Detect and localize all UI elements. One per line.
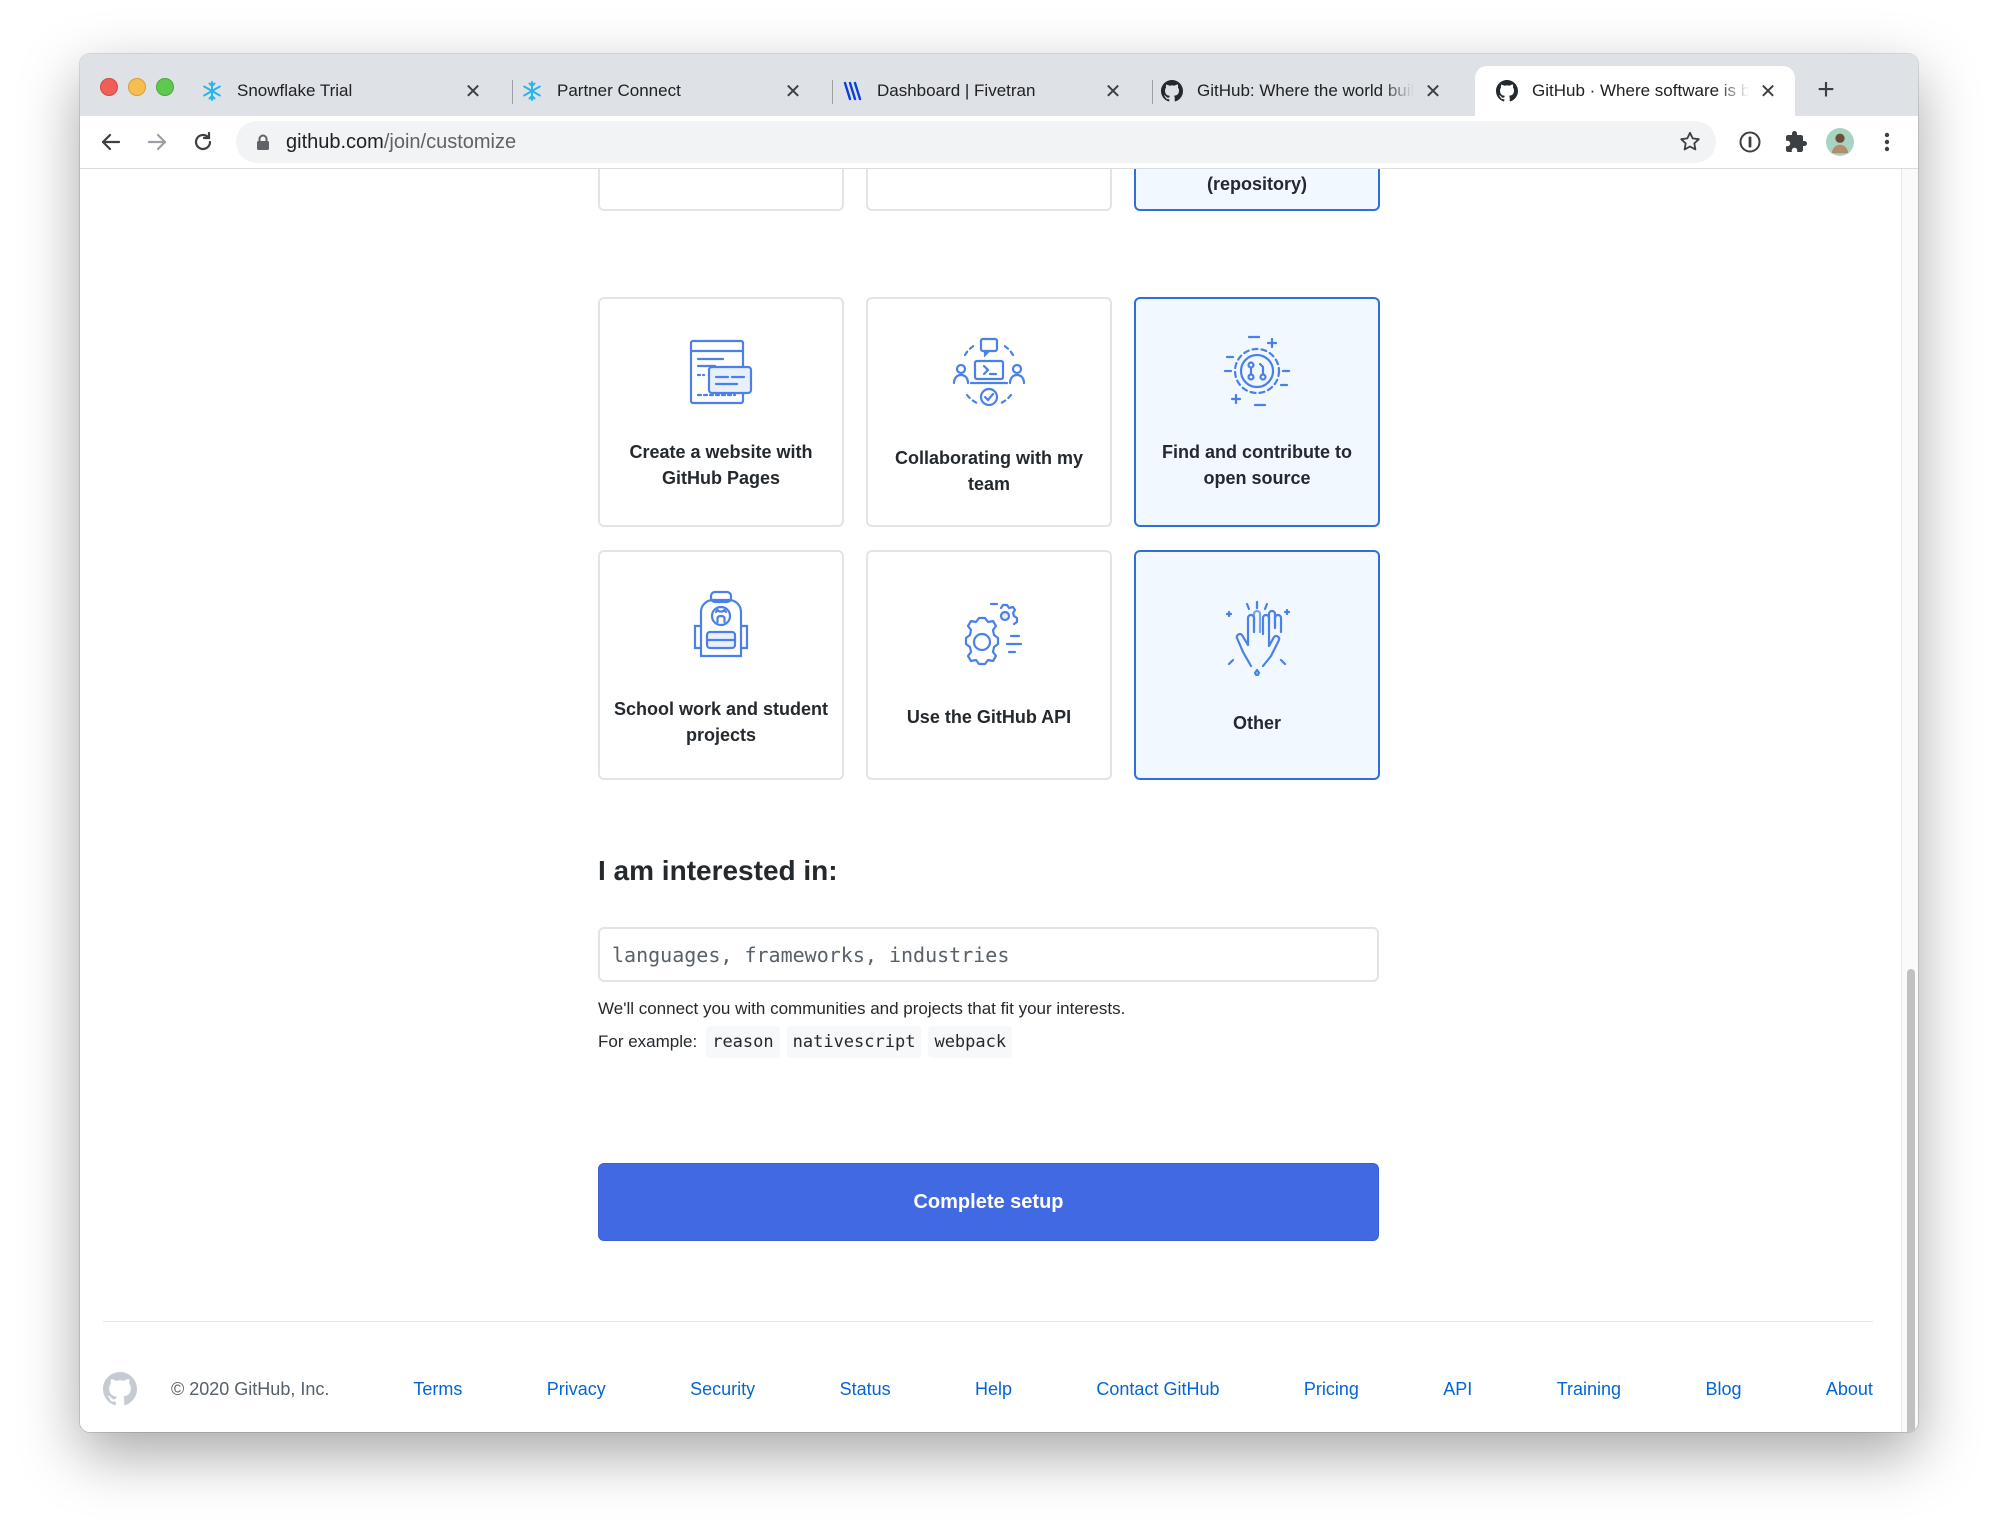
github-icon xyxy=(1160,79,1184,103)
option-card-open-source[interactable]: Find and contribute to open source xyxy=(1134,297,1380,527)
option-card[interactable] xyxy=(598,169,844,211)
arrow-right-icon xyxy=(147,133,167,151)
reload-icon xyxy=(194,131,212,151)
footer-link-api[interactable]: API xyxy=(1443,1379,1472,1400)
lock-icon xyxy=(257,134,269,150)
backpack-icon xyxy=(693,590,749,658)
option-card-collaborating[interactable]: Collaborating with my team xyxy=(866,297,1112,527)
interests-helper-text: We'll connect you with communities and p… xyxy=(598,999,1126,1018)
github-logo-icon[interactable] xyxy=(103,1372,137,1406)
example-label: For example: xyxy=(598,1032,698,1051)
close-tab-icon[interactable]: ✕ xyxy=(1102,80,1124,103)
option-label: Other xyxy=(1232,713,1281,733)
option-label: Use the GitHub API xyxy=(906,707,1072,727)
bookmark-star-icon[interactable] xyxy=(1678,130,1702,154)
option-card-repository[interactable]: (repository) xyxy=(1134,169,1380,211)
back-button[interactable] xyxy=(96,127,126,157)
high-five-icon xyxy=(1225,600,1291,676)
footer-links: Terms Privacy Security Status Help Conta… xyxy=(413,1379,1873,1400)
page-scrollbar[interactable] xyxy=(1901,169,1918,1432)
interests-examples: For example: reason nativescript webpack xyxy=(598,1026,1013,1058)
option-label: School work and student projects xyxy=(613,699,828,745)
close-tab-icon[interactable]: ✕ xyxy=(1757,80,1779,103)
footer-link-terms[interactable]: Terms xyxy=(413,1379,462,1400)
option-label: Create a website with GitHub Pages xyxy=(629,442,813,488)
url-text: github.com/join/customize xyxy=(286,131,516,154)
footer-link-training[interactable]: Training xyxy=(1557,1379,1621,1400)
option-label: Find and contribute to open source xyxy=(1162,442,1352,488)
example-topic-chip[interactable]: reason xyxy=(706,1026,780,1058)
browser-toolbar: github.com/join/customize xyxy=(80,116,1918,169)
browser-window: Snowflake Trial ✕ Partner Connect ✕ Dash… xyxy=(80,54,1918,1432)
password-manager-icon[interactable] xyxy=(1736,128,1764,156)
zoom-window-button[interactable] xyxy=(156,78,174,96)
tab-github-active[interactable]: GitHub · Where software is built ✕ xyxy=(1475,66,1795,116)
gear-icon xyxy=(964,602,1023,666)
tab-title: GitHub: Where the world builds software xyxy=(1197,81,1414,100)
open-source-icon xyxy=(1223,335,1291,407)
snowflake-icon xyxy=(200,79,224,103)
footer-copyright: © 2020 GitHub, Inc. xyxy=(171,1378,330,1399)
fivetran-icon xyxy=(840,79,864,103)
page-content: (repository) Create a website with GitHu… xyxy=(80,169,1900,1432)
minimize-window-button[interactable] xyxy=(128,78,146,96)
option-card[interactable] xyxy=(866,169,1112,211)
close-tab-icon[interactable]: ✕ xyxy=(462,80,484,103)
tab-partner-connect[interactable]: Partner Connect ✕ xyxy=(500,66,820,116)
footer-link-status[interactable]: Status xyxy=(840,1379,891,1400)
footer-link-blog[interactable]: Blog xyxy=(1705,1379,1741,1400)
scrollbar-thumb[interactable] xyxy=(1907,969,1915,1432)
example-topic-chip[interactable]: nativescript xyxy=(786,1026,922,1058)
address-bar[interactable]: github.com/join/customize xyxy=(236,121,1716,163)
option-card-github-pages[interactable]: Create a website with GitHub Pages xyxy=(598,297,844,527)
footer-link-help[interactable]: Help xyxy=(975,1379,1012,1400)
team-icon xyxy=(952,337,1026,407)
option-label: (repository) xyxy=(1206,174,1307,194)
tab-title: GitHub · Where software is built xyxy=(1532,81,1749,100)
tab-strip: Snowflake Trial ✕ Partner Connect ✕ Dash… xyxy=(80,54,1918,116)
tab-github-world[interactable]: GitHub: Where the world builds software … xyxy=(1140,66,1460,116)
snowflake-icon xyxy=(520,79,544,103)
arrow-left-icon xyxy=(101,133,121,151)
profile-avatar[interactable] xyxy=(1826,128,1854,156)
tab-title: Snowflake Trial xyxy=(237,81,353,100)
section-title: I am interested in: xyxy=(598,855,838,886)
new-tab-button[interactable]: + xyxy=(1810,73,1842,106)
footer-link-contact[interactable]: Contact GitHub xyxy=(1096,1379,1219,1400)
footer-link-privacy[interactable]: Privacy xyxy=(547,1379,606,1400)
interests-input[interactable] xyxy=(598,927,1379,982)
website-icon xyxy=(689,339,753,405)
forward-button[interactable] xyxy=(142,127,172,157)
example-topic-chip[interactable]: webpack xyxy=(928,1026,1013,1058)
url-path: /join/customize xyxy=(383,130,517,153)
github-icon xyxy=(1495,79,1519,103)
close-tab-icon[interactable]: ✕ xyxy=(782,80,804,103)
tab-title: Partner Connect xyxy=(557,81,681,100)
complete-setup-button[interactable]: Complete setup xyxy=(598,1163,1379,1241)
url-host: github.com xyxy=(286,130,384,153)
footer-divider xyxy=(103,1321,1873,1322)
close-window-button[interactable] xyxy=(100,78,118,96)
close-tab-icon[interactable]: ✕ xyxy=(1422,80,1444,103)
footer-link-pricing[interactable]: Pricing xyxy=(1304,1379,1359,1400)
tab-title: Dashboard | Fivetran xyxy=(877,81,1036,100)
option-label: Collaborating with my team xyxy=(894,448,1083,494)
extensions-puzzle-icon[interactable] xyxy=(1782,128,1810,156)
tab-fivetran-dashboard[interactable]: Dashboard | Fivetran ✕ xyxy=(820,66,1140,116)
browser-menu-icon[interactable] xyxy=(1873,128,1901,156)
footer-link-about[interactable]: About xyxy=(1826,1379,1873,1400)
tab-snowflake-trial[interactable]: Snowflake Trial ✕ xyxy=(180,66,500,116)
footer: © 2020 GitHub, Inc. Terms Privacy Securi… xyxy=(103,1369,1873,1409)
footer-link-security[interactable]: Security xyxy=(690,1379,755,1400)
option-card-github-api[interactable]: Use the GitHub API xyxy=(866,550,1112,780)
option-card-other[interactable]: Other xyxy=(1134,550,1380,780)
option-card-school-work[interactable]: School work and student projects xyxy=(598,550,844,780)
reload-button[interactable] xyxy=(188,127,218,157)
